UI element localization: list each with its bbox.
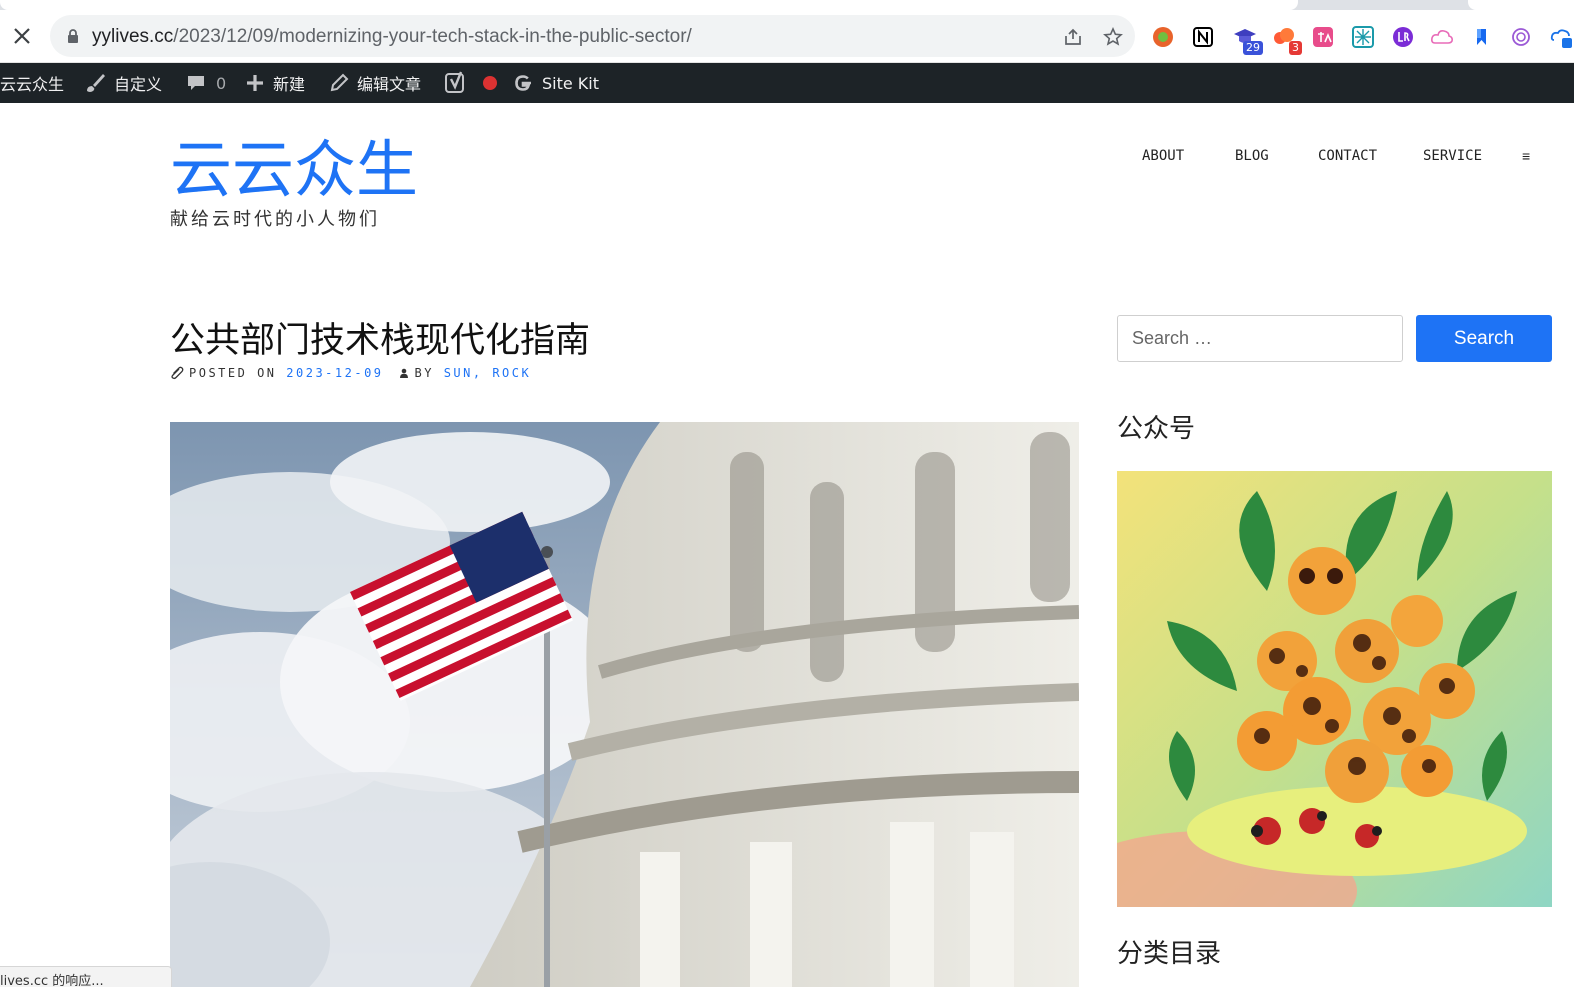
browser-tab[interactable]	[1468, 0, 1574, 10]
post-date-link[interactable]: 2023-12-09	[286, 366, 383, 380]
extension-badge: 29	[1243, 41, 1263, 55]
by-label: BY	[414, 366, 434, 380]
admin-customize-label: 自定义	[114, 75, 163, 94]
url-host: yylives.cc	[92, 26, 174, 47]
translate-extension-icon[interactable]	[1311, 25, 1335, 49]
search-input[interactable]	[1117, 315, 1403, 362]
admin-site-name-label: 云云众生	[0, 75, 65, 94]
nav-contact[interactable]: CONTACT	[1318, 148, 1377, 164]
wp-admin-bar: 云云众生 自定义 0 新建 编辑文章 Site Kit	[0, 63, 1574, 103]
cloud-outline-extension-icon[interactable]	[1430, 25, 1454, 49]
admin-site-kit-label: Site Kit	[542, 73, 600, 93]
admin-bar-new[interactable]: 新建	[245, 63, 305, 103]
post-author-link[interactable]: SUN, ROCK	[444, 366, 532, 380]
admin-bar-customize[interactable]: 自定义	[84, 63, 162, 103]
comment-bubble-icon	[188, 76, 204, 90]
paintbrush-icon	[87, 74, 105, 92]
stop-loading-button[interactable]	[8, 22, 36, 50]
author-icon	[399, 368, 408, 378]
lr-extension-icon[interactable]	[1391, 25, 1415, 49]
extension-badge: 3	[1289, 41, 1302, 55]
notion-icon[interactable]	[1191, 25, 1215, 49]
admin-bar-comments[interactable]: 0	[186, 63, 226, 103]
chrome-extension-circle-icon[interactable]	[1151, 25, 1175, 49]
admin-bar-site-name[interactable]: 云云众生	[0, 63, 64, 103]
posted-on-label: POSTED ON	[189, 366, 277, 380]
lock-icon[interactable]	[66, 28, 80, 44]
plus-icon	[247, 75, 263, 91]
yoast-seo-icon	[445, 71, 464, 93]
browser-status-bubble: lives.cc 的响应...	[0, 966, 172, 987]
bookmark-extension-icon[interactable]	[1470, 25, 1494, 49]
admin-new-label: 新建	[273, 75, 306, 94]
admin-comments-count: 0	[216, 73, 227, 93]
bookmark-star-icon[interactable]	[1102, 26, 1124, 48]
openai-extension-icon[interactable]	[1509, 25, 1533, 49]
grid-extension-icon[interactable]	[1351, 25, 1375, 49]
nav-blog[interactable]: BLOG	[1235, 148, 1269, 164]
site-description: 献给云时代的小人物们	[170, 209, 380, 230]
widget-title-wechat: 公众号	[1117, 414, 1196, 444]
close-icon	[14, 28, 30, 44]
cloud-sync-extension-icon[interactable]	[1549, 25, 1573, 49]
nav-service[interactable]: SERVICE	[1423, 148, 1482, 164]
url-path: /2023/12/09/modernizing-your-tech-stack-…	[173, 26, 692, 47]
google-g-icon	[515, 75, 531, 91]
pencil-icon	[330, 73, 349, 92]
share-icon[interactable]	[1062, 26, 1084, 48]
address-bar[interactable]: yylives.cc/2023/12/09/modernizing-your-t…	[50, 15, 1135, 57]
search-button[interactable]: Search	[1416, 315, 1552, 362]
widget-title-categories: 分类目录	[1117, 939, 1222, 969]
site-title[interactable]: 云云众生	[170, 132, 418, 208]
nav-about[interactable]: ABOUT	[1142, 148, 1184, 164]
admin-bar-edit-post[interactable]: 编辑文章	[329, 63, 421, 103]
cloud-extension-icon[interactable]: 3	[1272, 25, 1302, 55]
tab-strip	[0, 0, 1574, 10]
url-text[interactable]: yylives.cc/2023/12/09/modernizing-your-t…	[92, 26, 692, 48]
hamburger-menu-icon[interactable]: ≡	[1522, 148, 1530, 164]
active-tab[interactable]	[0, 0, 1298, 10]
admin-edit-post-label: 编辑文章	[357, 75, 422, 94]
admin-bar-site-kit[interactable]: Site Kit	[512, 63, 599, 103]
featured-image-capitol-flag	[170, 422, 1079, 987]
admin-bar-yoast[interactable]	[444, 63, 506, 103]
browser-toolbar: yylives.cc/2023/12/09/modernizing-your-t…	[0, 10, 1574, 63]
paperclip-icon	[171, 366, 184, 380]
seo-status-dot-icon	[483, 76, 497, 90]
post-title: 公共部门技术栈现代化指南	[170, 321, 591, 361]
graduation-cap-extension-icon[interactable]: 29	[1233, 25, 1263, 55]
post-meta: POSTED ON 2023-12-09 BY SUN, ROCK	[170, 366, 531, 380]
wechat-ladybug-illustration[interactable]	[1117, 471, 1552, 907]
